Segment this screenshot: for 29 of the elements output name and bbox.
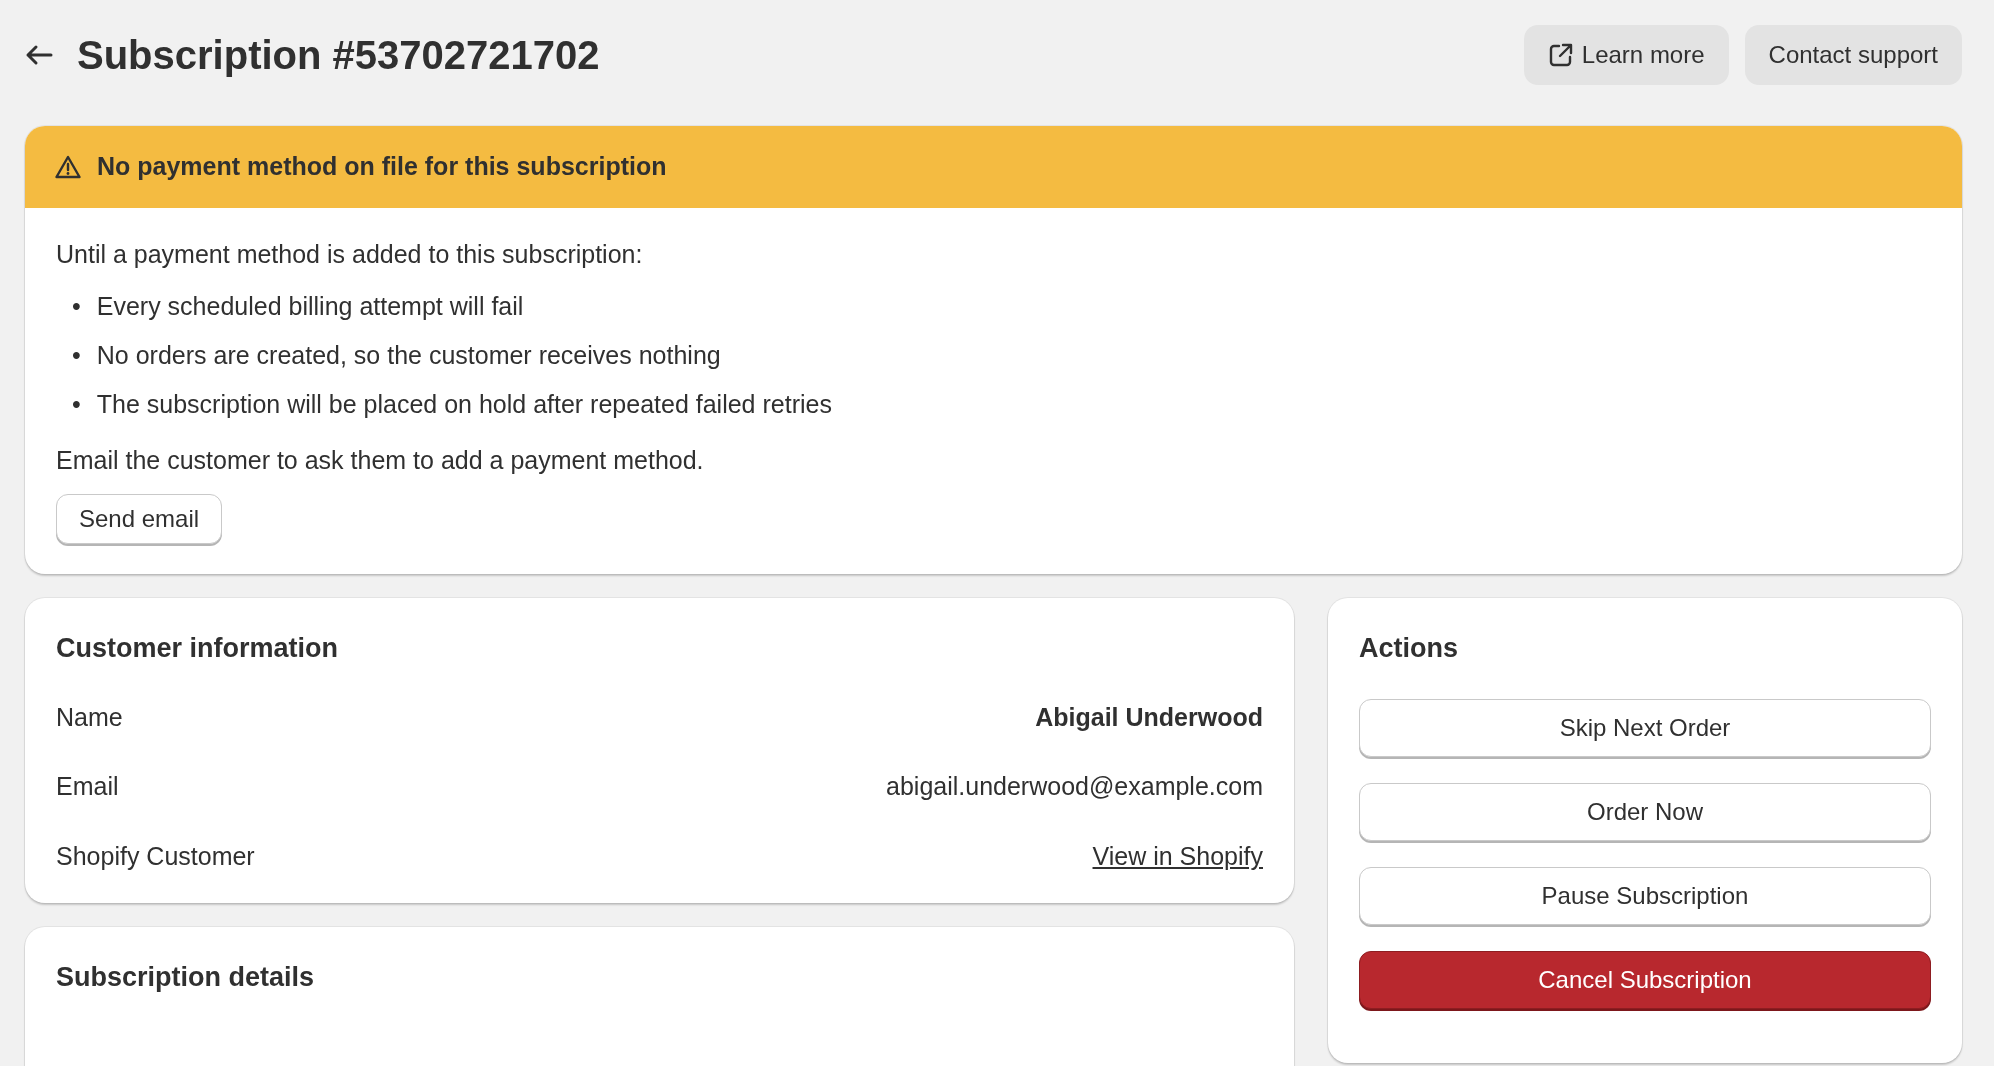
external-link-icon [1547,42,1574,68]
bullet-item: Every scheduled billing attempt will fail [96,291,524,323]
bullet-item: The subscription will be placed on hold after repeated failed retries [96,389,832,421]
card-title: Subscription details [56,961,316,995]
contact-support-button[interactable]: Contact support [1744,25,1962,85]
field-label: Shopify Customer [56,840,255,872]
field-value: Abigail Underwood [1035,701,1263,733]
page-title: Subscription #53702721702 [77,32,600,79]
send-email-button[interactable]: Send email [56,494,223,545]
action-button[interactable]: Pause Subscription [1359,866,1931,925]
bullet-item: No orders are created, so the customer receives nothing [96,340,721,372]
alert-title: No payment method on file for this subscription [97,151,667,182]
bullet-icon: • [72,387,81,423]
field-label: Name [56,701,123,733]
bullet-icon: • [72,338,81,374]
learn-more-button[interactable]: Learn more [1523,25,1729,85]
cancel-button[interactable]: Cancel Subscription [1359,950,1931,1009]
field-label: Email [56,771,119,803]
back-arrow-icon[interactable] [25,44,53,66]
warning-icon [55,154,81,179]
action-button[interactable]: Order Now [1359,782,1931,841]
alert-text: Email the customer to ask them to add a payment method. [56,445,705,477]
card-title: Actions [1359,632,1459,666]
card-title: Customer information [56,632,339,666]
action-button[interactable]: Skip Next Order [1359,698,1931,757]
shopify-link[interactable]: View in Shopify [1092,837,1263,876]
field-value: abigail.underwood@example.com [886,771,1263,803]
alert-text: Until a payment method is added to this subscription: [56,238,644,270]
bullet-icon: • [72,289,81,325]
